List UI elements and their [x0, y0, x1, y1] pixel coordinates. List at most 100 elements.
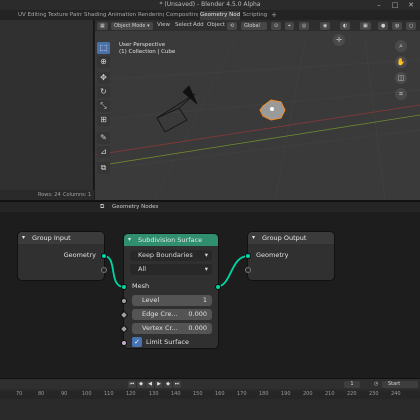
clock-icon: ◷: [374, 381, 379, 387]
mesh-label: Mesh: [132, 282, 150, 290]
node-editor[interactable]: ⧉ Geometry Nodes ▾ Group Input Geometry …: [0, 202, 420, 378]
navigation-gizmo-icon[interactable]: ✛: [333, 34, 345, 46]
shading-render-icon[interactable]: ○: [406, 22, 417, 30]
mode-selector[interactable]: Object Mode ▾: [111, 22, 153, 30]
boundary-smooth-dropdown[interactable]: Keep Boundaries ▾: [130, 250, 212, 261]
grid-view-icon[interactable]: ⌗: [395, 88, 407, 100]
pivot-icon[interactable]: ⊙: [271, 22, 282, 30]
subdivision-surface-node[interactable]: ▾ Subdivision Surface Keep Boundaries ▾ …: [119, 234, 221, 348]
annotate-icon[interactable]: ✎: [97, 132, 110, 144]
overlay-icon[interactable]: ◐: [340, 22, 351, 30]
viewport-header: ▦ Object Mode ▾ View Select Add Object ⟲…: [95, 20, 420, 31]
link-mesh-to-output: [215, 255, 249, 288]
spreadsheet-footer: Rows: 24 Columns: 1: [0, 190, 94, 200]
menu-add[interactable]: Add: [193, 20, 204, 31]
add-cube-icon[interactable]: ⧉: [97, 162, 110, 174]
add-workspace-icon[interactable]: +: [270, 11, 278, 20]
group-input-geometry-socket[interactable]: [101, 253, 107, 259]
tick-170: 170: [237, 391, 247, 397]
snap-icon[interactable]: ⌖: [285, 22, 294, 30]
jump-end-icon[interactable]: ⏭: [173, 381, 181, 388]
edge-crease-field[interactable]: Edge Cre... 0.000: [132, 309, 212, 320]
current-frame-field[interactable]: 1: [344, 381, 360, 388]
collapse-icon[interactable]: ▾: [128, 234, 131, 246]
group-output-node[interactable]: ▾ Group Output Geometry: [245, 232, 334, 280]
cube-object: [259, 99, 286, 121]
workspace-tabs: UV Editing Texture Paint Shading Animati…: [0, 10, 420, 20]
x-axis-line: [95, 104, 420, 156]
uv-smooth-dropdown[interactable]: All ▾: [130, 264, 212, 275]
tab-texture-paint[interactable]: Texture Paint: [48, 11, 82, 20]
editor-type-icon[interactable]: ▦: [97, 22, 108, 30]
mesh-output-socket[interactable]: [215, 284, 221, 290]
tick-190: 190: [281, 391, 291, 397]
tab-rendering[interactable]: Rendering: [138, 11, 164, 20]
shading-material-icon[interactable]: ◍: [392, 22, 403, 30]
tab-uv-editing[interactable]: UV Editing: [18, 11, 46, 20]
minimize-button[interactable]: –: [372, 1, 386, 9]
group-output-geometry-socket[interactable]: [245, 253, 251, 259]
jump-keyframe-forward-icon[interactable]: ◆: [164, 381, 172, 388]
pan-icon[interactable]: ✋: [395, 56, 407, 68]
3d-viewport[interactable]: ▦ Object Mode ▾ View Select Add Object ⟲…: [95, 20, 420, 200]
vertex-crease-field[interactable]: Vertex Cr... 0.000: [132, 323, 212, 334]
level-socket[interactable]: [121, 298, 127, 304]
close-button[interactable]: ✕: [404, 1, 418, 9]
limit-surface-checkbox[interactable]: ✓: [132, 337, 142, 347]
group-input-title: Group Input: [32, 234, 71, 242]
tick-160: 160: [215, 391, 225, 397]
start-frame-field[interactable]: Start: [382, 381, 418, 388]
vertex-crease-value: 0.000: [188, 324, 207, 332]
camera-view-icon[interactable]: ◫: [395, 72, 407, 84]
tick-90: 90: [61, 391, 68, 397]
group-input-node[interactable]: ▾ Group Input Geometry: [18, 232, 107, 280]
cursor-icon[interactable]: ⊕: [97, 56, 110, 68]
tick-180: 180: [259, 391, 269, 397]
collapse-icon[interactable]: ▾: [252, 232, 255, 244]
level-label: Level: [142, 296, 160, 304]
columns-count: Columns: 1: [63, 192, 92, 198]
camera-icon: [156, 85, 198, 133]
visibility-icon[interactable]: ◉: [320, 22, 331, 30]
proportional-edit-icon[interactable]: ◎: [299, 22, 310, 30]
transform-icon[interactable]: ⊞: [97, 114, 110, 126]
measure-icon[interactable]: ⊿: [97, 146, 110, 158]
level-value: 1: [202, 296, 207, 304]
tab-animation[interactable]: Animation: [108, 11, 136, 20]
zoom-icon[interactable]: ⌕: [395, 40, 407, 52]
group-output-header: ▾ Group Output: [248, 232, 334, 244]
jump-keyframe-back-icon[interactable]: ◆: [137, 381, 145, 388]
select-box-icon[interactable]: ⬚: [97, 42, 110, 54]
group-input-virtual-socket[interactable]: [101, 267, 107, 273]
timeline-editor[interactable]: ⏮ ◆ ◀ ▶ ◆ ⏭ 1 ◷ Start 70 80 90 100 110 1…: [0, 378, 420, 420]
scale-icon[interactable]: ⤡: [97, 100, 110, 112]
limit-surface-socket[interactable]: [121, 340, 127, 346]
chevron-down-icon: ▾: [204, 251, 208, 259]
xray-icon[interactable]: ▣: [360, 22, 371, 30]
rotate-icon[interactable]: ↻: [97, 86, 110, 98]
maximize-button[interactable]: □: [388, 1, 402, 9]
tab-scripting[interactable]: Scripting: [242, 11, 268, 20]
collapse-icon[interactable]: ▾: [22, 232, 25, 244]
y-axis-line: [102, 114, 420, 166]
group-output-virtual-socket[interactable]: [245, 267, 251, 273]
menu-view[interactable]: View: [157, 20, 170, 31]
menu-select[interactable]: Select: [175, 20, 192, 31]
timeline-ruler[interactable]: 70 80 90 100 110 120 130 140 150 160 170…: [0, 391, 420, 399]
play-icon[interactable]: ▶: [155, 381, 163, 388]
tab-compositing[interactable]: Compositing: [166, 11, 198, 20]
transform-orientation-select[interactable]: Global: [241, 22, 267, 30]
mesh-input-socket[interactable]: [121, 284, 127, 290]
jump-start-icon[interactable]: ⏮: [128, 381, 136, 388]
shading-solid-icon[interactable]: ●: [378, 22, 389, 30]
play-reverse-icon[interactable]: ◀: [146, 381, 154, 388]
level-field[interactable]: Level 1: [132, 295, 212, 306]
transform-orientation-icon[interactable]: ⟲: [227, 22, 238, 30]
edge-crease-label: Edge Cre...: [142, 310, 178, 318]
tab-shading[interactable]: Shading: [84, 11, 106, 20]
menu-object[interactable]: Object: [207, 20, 225, 31]
tab-geometry-nodes[interactable]: Geometry Nodes: [200, 11, 240, 20]
move-icon[interactable]: ✥: [97, 72, 110, 84]
boundary-smooth-value: Keep Boundaries: [138, 251, 193, 259]
group-output-title: Group Output: [262, 234, 307, 242]
